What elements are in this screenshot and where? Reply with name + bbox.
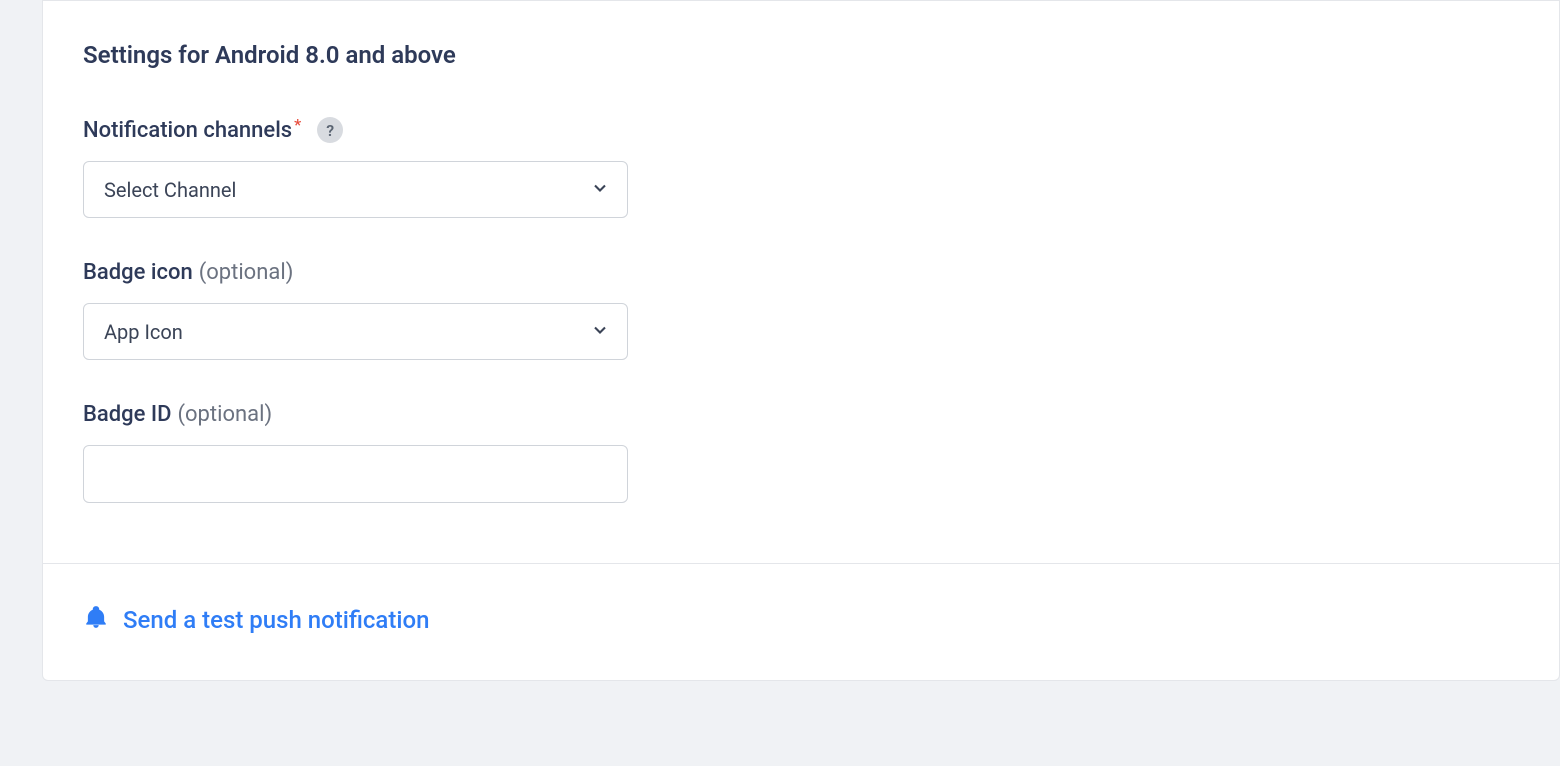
section-title: Settings for Android 8.0 and above [83,41,1519,69]
settings-panel: Settings for Android 8.0 and above Notif… [42,0,1560,681]
notification-channels-label: Notification channels * ? [83,117,1519,143]
send-test-push-link[interactable]: Send a test push notification [83,604,429,636]
badge-icon-label: Badge icon (optional) [83,260,1519,285]
optional-text: (optional) [199,260,294,285]
field-badge-icon: Badge icon (optional) App Icon [83,260,1519,360]
field-badge-id: Badge ID (optional) [83,402,1519,503]
select-value: App Icon [104,320,183,344]
select-value: Select Channel [104,178,236,202]
badge-id-label: Badge ID (optional) [83,402,1519,427]
bell-icon [83,604,109,636]
settings-content: Settings for Android 8.0 and above Notif… [43,1,1559,563]
optional-text: (optional) [177,402,272,427]
panel-footer: Send a test push notification [43,563,1559,680]
test-link-text: Send a test push notification [123,606,429,634]
badge-icon-select-wrap: App Icon [83,303,628,360]
label-text: Badge icon [83,260,193,285]
required-indicator: * [294,115,301,134]
label-text: Badge ID [83,402,171,427]
badge-id-input[interactable] [83,445,628,503]
badge-icon-select[interactable]: App Icon [83,303,628,360]
notification-channels-select-wrap: Select Channel [83,161,628,218]
field-notification-channels: Notification channels * ? Select Channel [83,117,1519,218]
label-text: Notification channels [83,118,292,143]
notification-channels-select[interactable]: Select Channel [83,161,628,218]
help-icon[interactable]: ? [317,117,343,143]
